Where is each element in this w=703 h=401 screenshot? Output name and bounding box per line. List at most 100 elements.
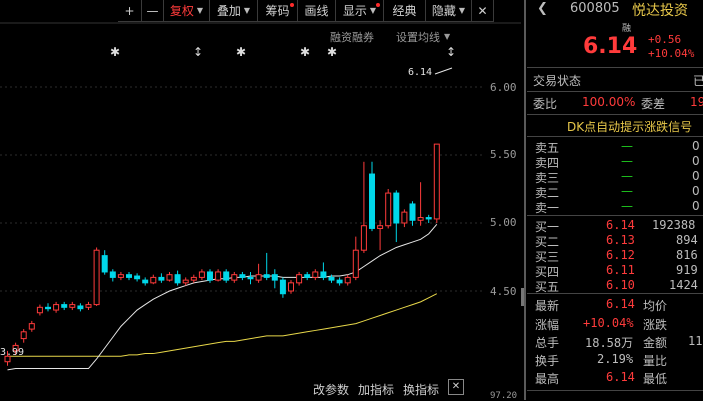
chevron-down-icon: ▼	[444, 32, 451, 41]
jingdian-button[interactable]: 经典	[384, 0, 426, 22]
sell-level-volume: 0	[692, 139, 700, 153]
close-icon: ✕	[451, 381, 461, 392]
back-icon[interactable]: ❮	[537, 1, 548, 16]
candle-body	[296, 274, 303, 284]
zoom-out-button[interactable]: —	[142, 0, 164, 22]
moving-averages	[7, 224, 438, 371]
separator	[527, 67, 703, 68]
stat-label: 量比	[643, 354, 668, 368]
huaxian-label: 画线	[304, 4, 329, 18]
chouma-label: 筹码	[265, 4, 290, 18]
candle	[393, 190, 400, 243]
candle	[166, 271, 173, 282]
candle	[271, 269, 278, 289]
candle-body	[344, 276, 351, 284]
sell-level-volume: 0	[692, 199, 700, 213]
buy-level-price: 6.13	[606, 233, 635, 247]
close-toolbar-button[interactable]: ✕	[472, 0, 494, 22]
candle	[53, 301, 60, 313]
candle	[142, 277, 149, 286]
diejia-button[interactable]: 叠加 ▼	[210, 0, 258, 22]
zoom-in-button[interactable]: +	[118, 0, 142, 22]
candle-body	[425, 217, 432, 220]
candle	[150, 274, 157, 285]
candle	[279, 277, 286, 298]
price-level-label: 5.00	[490, 216, 517, 229]
candle-body	[352, 249, 359, 278]
stat-label: 涨跌	[643, 318, 668, 332]
candle	[377, 220, 384, 251]
candle	[296, 271, 303, 286]
candle-body	[320, 271, 327, 278]
trade-status-value: 已	[693, 74, 703, 88]
candle-body	[247, 276, 254, 280]
huaxian-button[interactable]: 画线	[298, 0, 336, 22]
candle	[36, 304, 43, 316]
kline-chart[interactable]	[0, 22, 521, 400]
candle	[61, 301, 68, 311]
max-arrow-icon	[434, 67, 453, 75]
close-icon: ✕	[477, 3, 488, 18]
chart-toolbar: + — 复权 ▼ 叠加 ▼ 筹码 画线 显示 ▼ 经典 隐藏 ▼ ✕	[118, 0, 521, 22]
candle	[69, 301, 76, 311]
event-star-icon[interactable]: ✱	[327, 45, 337, 59]
margin-finance-label[interactable]: 融资融券	[330, 29, 374, 45]
candle-body	[409, 203, 416, 221]
event-arrow-icon[interactable]: ↕	[193, 45, 203, 59]
candle-body	[255, 274, 262, 281]
candle-body	[117, 274, 124, 278]
stat-label: 总手	[535, 336, 560, 350]
candle-body	[393, 192, 400, 224]
candle	[320, 262, 327, 281]
current-price: 6.14	[583, 34, 638, 59]
sell-level-price: —	[621, 169, 633, 183]
stat-label: 最新	[535, 299, 560, 313]
event-star-icon[interactable]: ✱	[300, 45, 310, 59]
candle-body	[239, 274, 246, 278]
candle	[198, 269, 205, 281]
separator	[527, 293, 703, 294]
event-star-icon[interactable]: ✱	[236, 45, 246, 59]
candle-body	[142, 279, 149, 284]
candle-body	[223, 271, 230, 281]
price-level-label: 5.50	[490, 148, 517, 161]
stock-code: 600805	[570, 1, 620, 16]
sell-level-volume: 0	[692, 184, 700, 198]
caret-down-icon: ▼	[458, 6, 466, 15]
add-indicator-button[interactable]: 加指标	[358, 381, 394, 398]
candle	[344, 274, 351, 286]
sell-level-volume: 0	[692, 169, 700, 183]
buy-level-volume: 1424	[669, 278, 698, 292]
separator	[527, 114, 703, 115]
close-indicator-button[interactable]: ✕	[448, 379, 464, 395]
candle-body	[328, 276, 335, 281]
buy-level-volume: 894	[676, 233, 698, 247]
notification-dot-icon	[376, 3, 380, 7]
candle	[263, 252, 270, 281]
dk-signal-link[interactable]: DK点自动提示涨跌信号	[567, 118, 692, 135]
candle	[425, 214, 432, 223]
change-params-button[interactable]: 改参数	[313, 381, 349, 398]
xianshi-button[interactable]: 显示 ▼	[336, 0, 384, 22]
sell-level-price: —	[621, 184, 633, 198]
candle-body	[174, 274, 181, 284]
sell-level-price: —	[621, 139, 633, 153]
stat-value: 6.14	[606, 370, 635, 384]
candle	[215, 269, 222, 282]
weicha-value: 19	[690, 95, 703, 109]
candle-body	[61, 304, 68, 308]
event-star-icon[interactable]: ✱	[110, 45, 120, 59]
event-arrow-icon[interactable]: ↕	[446, 45, 456, 59]
candle	[336, 277, 343, 286]
candle-body	[433, 143, 440, 220]
chouma-button[interactable]: 筹码	[258, 0, 298, 22]
candle-body	[20, 331, 27, 340]
stat-label: 涨幅	[535, 318, 560, 332]
set-ma-label[interactable]: 设置均线	[396, 29, 440, 45]
yincang-button[interactable]: 隐藏 ▼	[426, 0, 472, 22]
candle	[134, 273, 141, 282]
candle	[369, 161, 375, 232]
fuquan-button[interactable]: 复权 ▼	[164, 0, 210, 22]
candle	[304, 271, 311, 281]
switch-indicator-button[interactable]: 换指标	[403, 381, 439, 398]
